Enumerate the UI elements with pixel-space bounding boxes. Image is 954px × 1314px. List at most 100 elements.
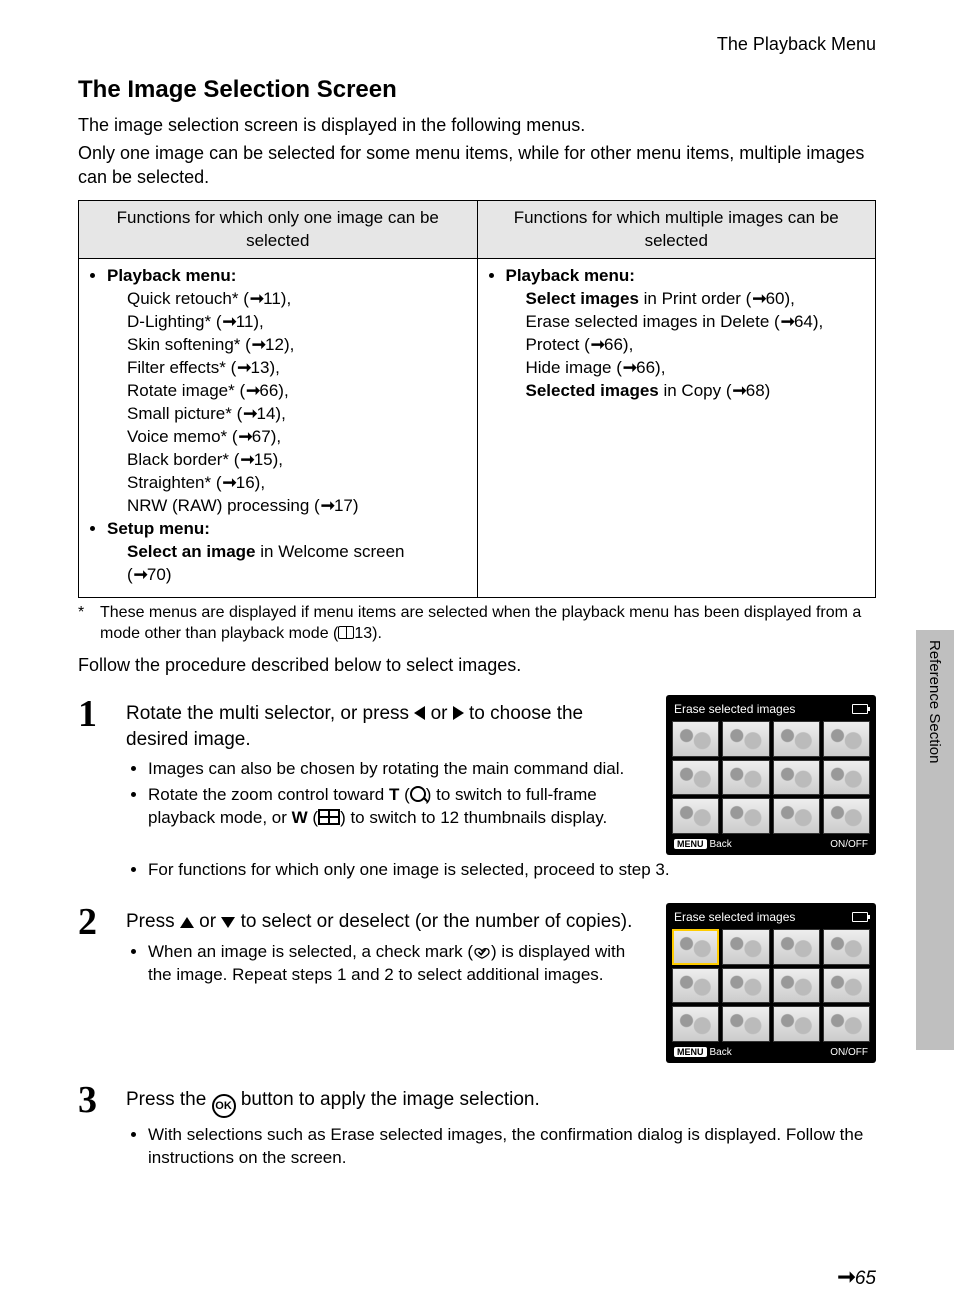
step-number: 3: [78, 1081, 114, 1119]
lcd-thumbnail: [722, 968, 769, 1003]
ref-icon: ➞: [222, 311, 236, 334]
footnote: * These menus are displayed if menu item…: [78, 602, 876, 645]
ref-icon: ➞: [732, 380, 746, 403]
intro-line: The image selection screen is displayed …: [78, 113, 876, 137]
step-sub-item: When an image is selected, a check mark …: [148, 941, 648, 987]
lcd-thumbnail: [823, 1006, 870, 1041]
lcd-title-text: Erase selected images: [674, 701, 795, 717]
lcd-thumbnail: [722, 929, 769, 964]
ref-icon: ➞: [238, 426, 252, 449]
thumbnail-grid-icon: [318, 809, 340, 825]
lcd-thumbnail: [773, 798, 820, 833]
ref-icon: ➞: [751, 288, 765, 311]
table-head-left: Functions for which only one image can b…: [79, 200, 478, 259]
ref-icon: ➞: [133, 564, 147, 587]
group-title: Setup menu:: [107, 519, 210, 538]
step-number: 1: [78, 695, 114, 733]
list-item: Protect (➞66),: [526, 334, 866, 357]
list-item: Select images in Print order (➞60),: [526, 288, 866, 311]
ref-icon: ➞: [249, 288, 263, 311]
page-title: The Image Selection Screen: [78, 74, 876, 106]
battery-icon: [852, 912, 868, 922]
ok-button-icon: OK: [212, 1094, 236, 1118]
group-title: Playback menu:: [506, 266, 635, 285]
list-item: Selected images in Copy (➞68): [526, 380, 866, 403]
group-title: Playback menu:: [107, 266, 236, 285]
step-sub-item: Rotate the zoom control toward T () to s…: [148, 784, 648, 830]
lcd-preview: Erase selected images MENUBack ON/OFF: [666, 695, 876, 855]
lcd-thumbnail: [672, 1006, 719, 1041]
lcd-thumbnail: [672, 760, 719, 795]
list-item: NRW (RAW) processing (➞17): [127, 495, 467, 518]
list-item: Voice memo* (➞67),: [127, 426, 467, 449]
list-item: Filter effects* (➞13),: [127, 357, 467, 380]
step-2: 2 Press or to select or deselect (or the…: [78, 903, 876, 1063]
menu-pill: MENU: [674, 1047, 707, 1057]
list-item: Rotate image* (➞66),: [127, 380, 467, 403]
welcome-ref: 70: [147, 565, 166, 584]
ref-icon: ➞: [622, 357, 636, 380]
ref-icon: ➞: [239, 449, 253, 472]
magnify-icon: [410, 786, 426, 802]
ref-icon: ➞: [836, 1262, 854, 1292]
page-number: ➞65: [836, 1262, 876, 1292]
book-icon: [338, 626, 354, 639]
step-sub-item: For functions for which only one image i…: [148, 859, 876, 882]
list-item: Small picture* (➞14),: [127, 403, 467, 426]
follow-text: Follow the procedure described below to …: [78, 653, 876, 677]
lcd-thumbnail: [722, 760, 769, 795]
lcd-thumbnail: [722, 1006, 769, 1041]
lcd-thumbnail: [773, 760, 820, 795]
list-item: Quick retouch* (➞11),: [127, 288, 467, 311]
right-arrow-icon: [453, 706, 464, 720]
up-arrow-icon: [180, 917, 194, 928]
ref-icon: ➞: [222, 472, 236, 495]
ref-icon: ➞: [590, 334, 604, 357]
step-title: Press the OK button to apply the image s…: [126, 1087, 876, 1118]
lcd-thumbnail: [823, 929, 870, 964]
lcd-thumbnail: [773, 721, 820, 756]
lcd-thumbnail: [722, 798, 769, 833]
intro-line: Only one image can be selected for some …: [78, 141, 876, 190]
lcd-thumbnail: [823, 760, 870, 795]
lcd-thumbnail: [773, 1006, 820, 1041]
header-section: The Playback Menu: [78, 32, 876, 56]
welcome-bold: Select an image: [127, 542, 256, 561]
welcome-rest: in Welcome screen: [256, 542, 405, 561]
step-title: Rotate the multi selector, or press or t…: [126, 701, 648, 752]
lcd-thumbnail: [823, 721, 870, 756]
ref-icon: ➞: [245, 380, 259, 403]
lcd-preview: Erase selected images MENUBack ON/OFF: [666, 903, 876, 1063]
list-item: D-Lighting* (➞11),: [127, 311, 467, 334]
left-arrow-icon: [414, 706, 425, 720]
lcd-thumbnail: [672, 721, 719, 756]
step-sub-item: Images can also be chosen by rotating th…: [148, 758, 648, 781]
ref-icon: ➞: [242, 403, 256, 426]
lcd-thumbnail: [722, 721, 769, 756]
lcd-thumbnail: [823, 968, 870, 1003]
check-mark-icon: [473, 943, 491, 957]
list-item: Black border* (➞15),: [127, 449, 467, 472]
lcd-thumbnail: [823, 798, 870, 833]
battery-icon: [852, 704, 868, 714]
step-title: Press or to select or deselect (or the n…: [126, 909, 648, 935]
step-1: 1 Rotate the multi selector, or press or…: [78, 695, 876, 885]
lcd-thumbnail: [672, 968, 719, 1003]
list-item: Skin softening* (➞12),: [127, 334, 467, 357]
ref-icon: ➞: [236, 357, 250, 380]
list-item: Hide image (➞66),: [526, 357, 866, 380]
step-number: 2: [78, 903, 114, 941]
lcd-thumbnail: [773, 929, 820, 964]
ref-icon: ➞: [251, 334, 265, 357]
ref-icon: ➞: [320, 495, 334, 518]
lcd-thumbnail: [773, 968, 820, 1003]
step-sub-item: With selections such as Erase selected i…: [148, 1124, 876, 1170]
table-cell-left: Playback menu: Quick retouch* (➞11),D-Li…: [79, 259, 478, 597]
menu-pill: MENU: [674, 839, 707, 849]
side-label: Reference Section: [924, 640, 944, 763]
ref-icon: ➞: [780, 311, 794, 334]
table-cell-right: Playback menu: Select images in Print or…: [477, 259, 876, 597]
step-3: 3 Press the OK button to apply the image…: [78, 1081, 876, 1173]
functions-table: Functions for which only one image can b…: [78, 200, 876, 598]
table-head-right: Functions for which multiple images can …: [477, 200, 876, 259]
